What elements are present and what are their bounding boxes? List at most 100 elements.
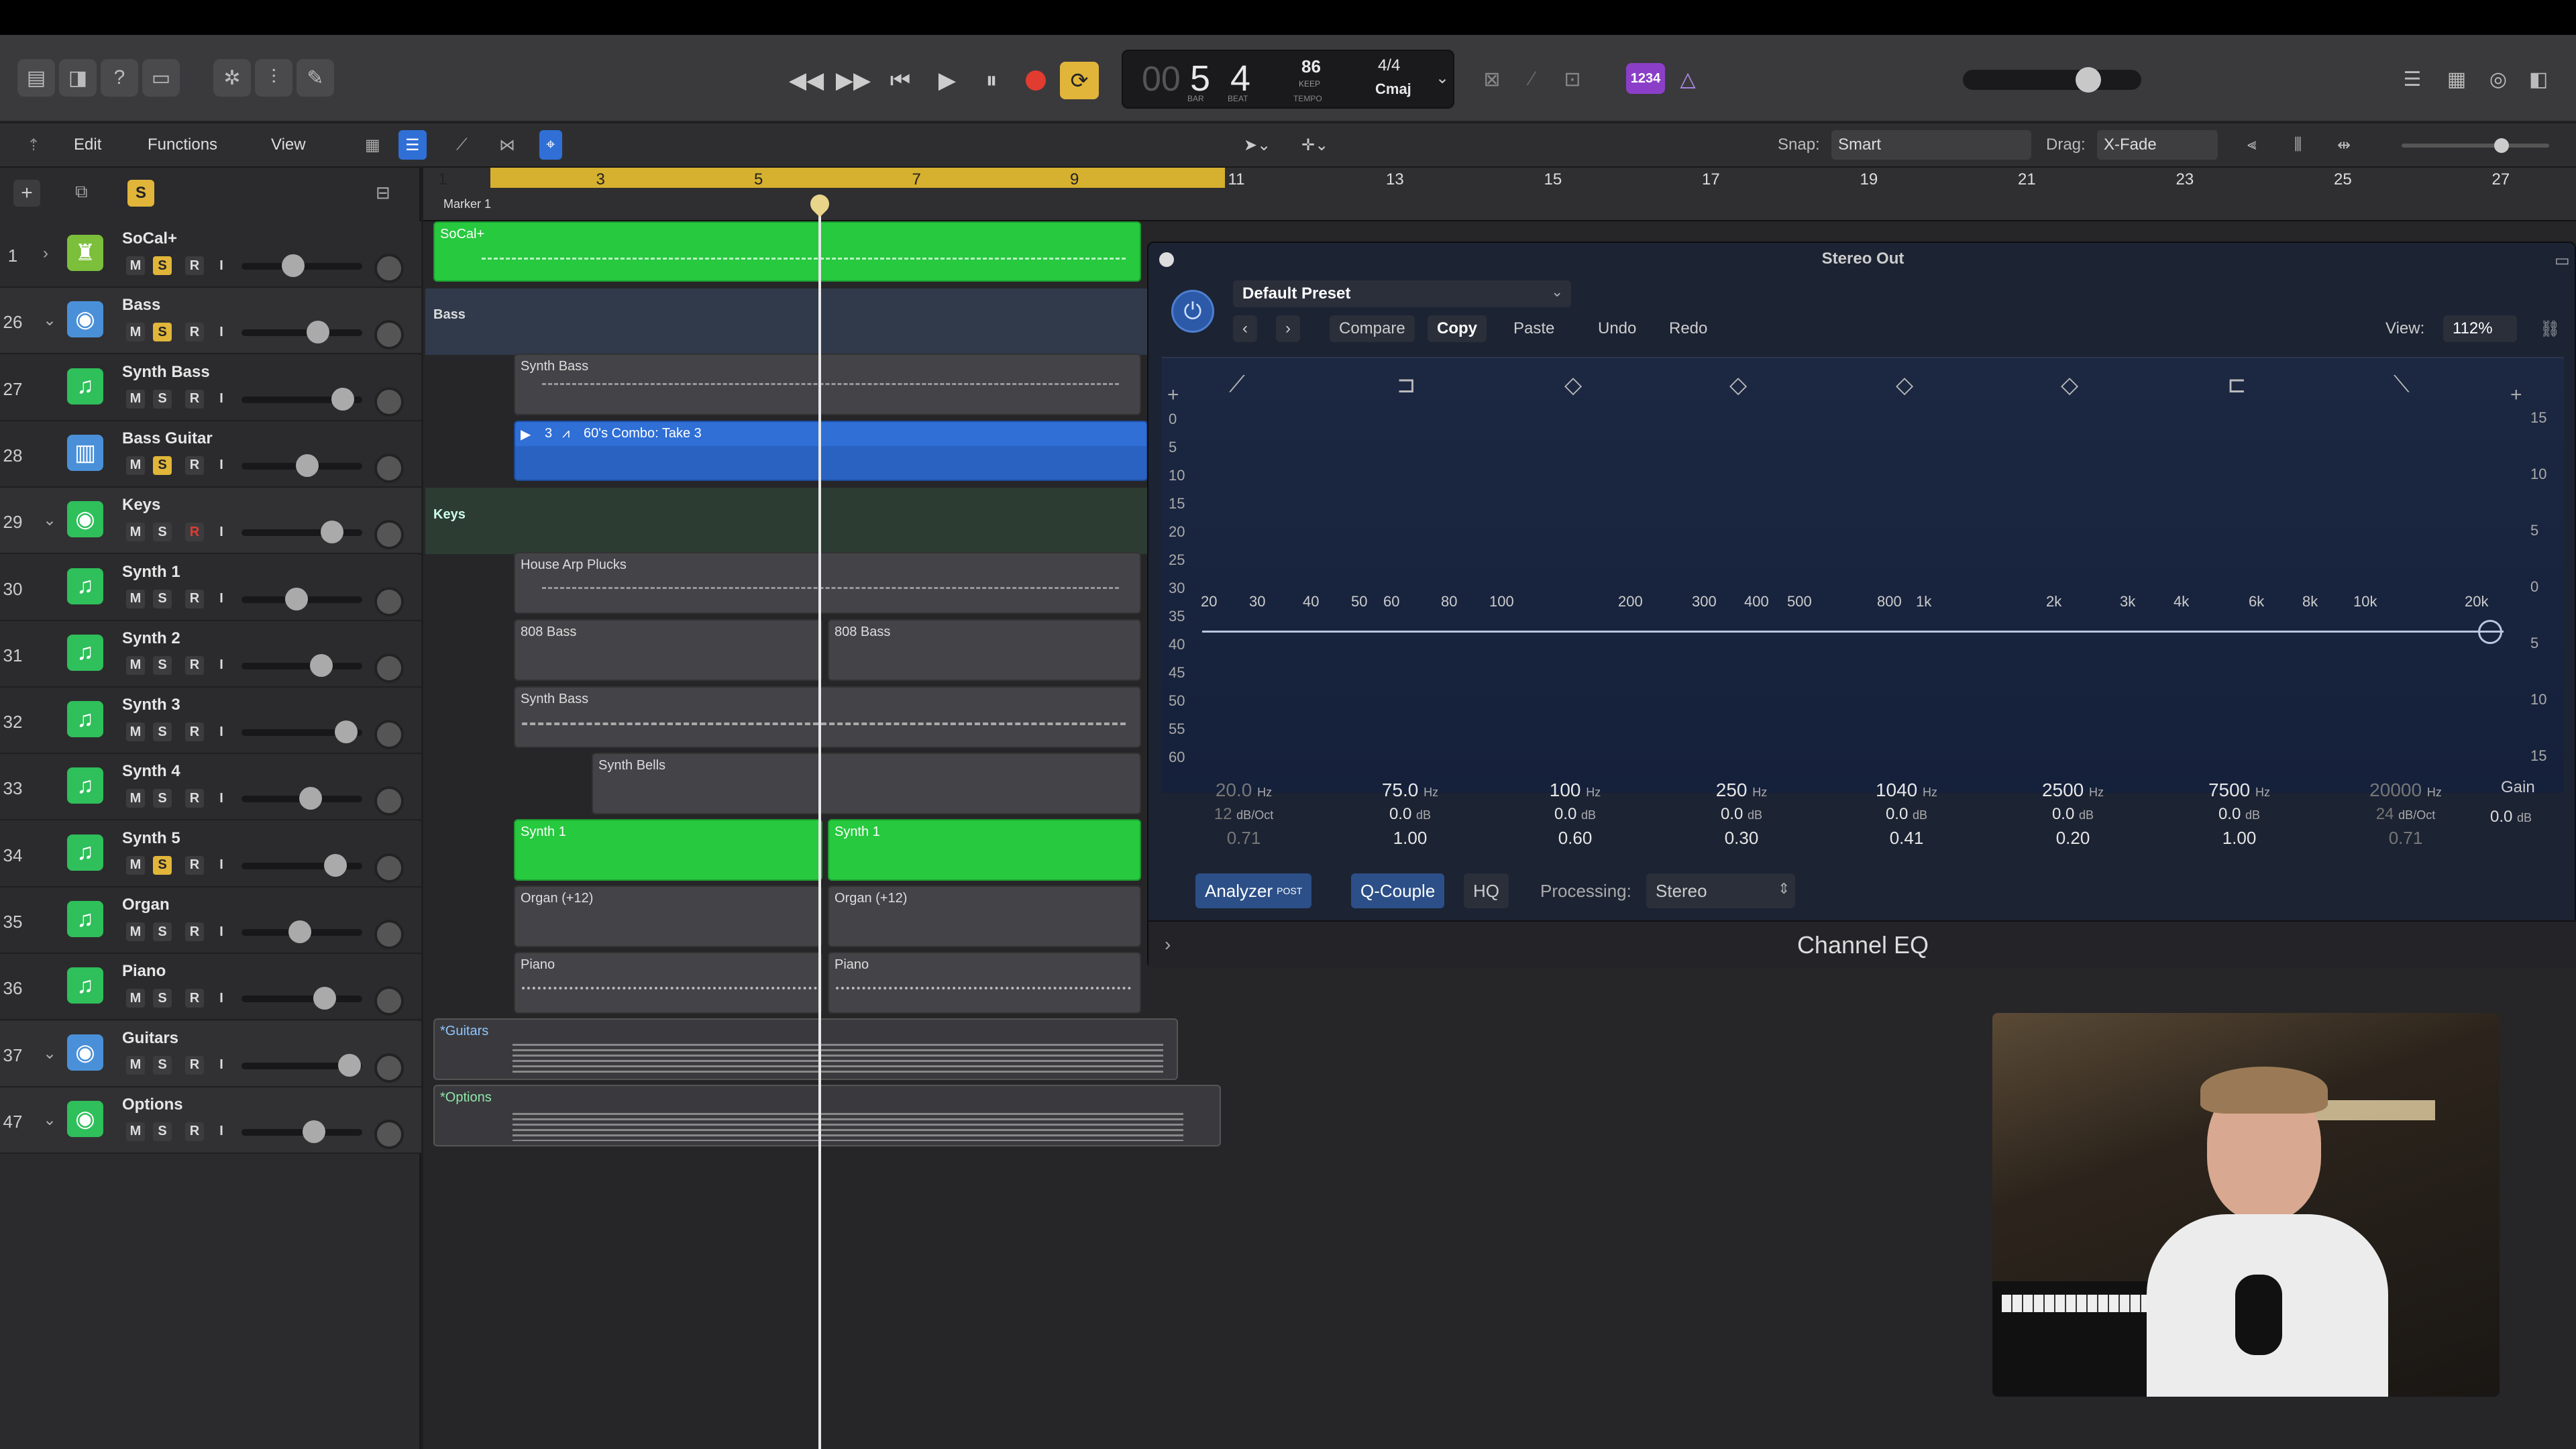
volume-fader-knob[interactable] [324, 853, 347, 877]
back-icon[interactable]: ⇡ [20, 130, 47, 160]
preset-select[interactable]: Default Preset [1233, 280, 1571, 307]
solo-button[interactable]: S [153, 455, 172, 475]
gain-handle[interactable] [2478, 620, 2502, 644]
loop-browser-icon[interactable]: ◎ [2479, 60, 2517, 98]
track-name[interactable]: Synth 4 [122, 762, 180, 781]
house-arp-region[interactable]: House Arp Plucks [514, 552, 1141, 614]
pan-knob[interactable] [374, 986, 404, 1016]
track-name[interactable]: Bass Guitar [122, 429, 213, 448]
volume-fader-knob[interactable] [310, 653, 333, 677]
power-icon[interactable]: ⏻ [1171, 290, 1214, 333]
guitars-folder-region[interactable]: *Guitars [433, 1018, 1178, 1080]
solo-button[interactable]: S [153, 323, 172, 342]
pan-knob[interactable] [374, 853, 404, 883]
waveform-zoom-icon[interactable]: ⫷ [2241, 130, 2263, 160]
track-row-keys[interactable]: 29 ⌄ ◉ Keys M S R I [0, 488, 421, 555]
mute-button[interactable]: M [126, 256, 145, 275]
track-name[interactable]: Options [122, 1095, 183, 1114]
solo-button[interactable]: S [153, 922, 172, 941]
pan-knob[interactable] [374, 586, 404, 616]
pan-knob[interactable] [374, 920, 404, 949]
grid-view-icon[interactable]: ▦ [358, 130, 387, 160]
synth-icon[interactable]: ♫ [67, 568, 103, 604]
go-to-start-icon[interactable]: ⏮ [879, 59, 922, 102]
pan-knob[interactable] [374, 653, 404, 683]
volume-fader-knob[interactable] [338, 1053, 361, 1077]
track-name[interactable]: Organ [122, 896, 170, 914]
pointer-tool-icon[interactable]: ➤⌄ [1237, 130, 1277, 160]
toolbar-icon[interactable]: ▭ [142, 59, 180, 97]
input-monitor-button[interactable]: I [212, 1122, 231, 1141]
solo-button[interactable]: S [153, 523, 172, 542]
band-q[interactable]: 0.41 [1853, 828, 1960, 849]
ruler[interactable]: 1 3 5 7 9 11 13 15 17 19 21 23 25 27 Marker 1 [423, 168, 2576, 221]
solo-button[interactable]: S [153, 1122, 172, 1141]
eq-band-6-parameters[interactable]: 2500 Hz 0.0 dB 0.20 [2019, 780, 2127, 849]
mute-button[interactable]: M [126, 789, 145, 808]
solo-button[interactable]: S [153, 722, 172, 742]
mute-button[interactable]: M [126, 589, 145, 608]
track-name[interactable]: Synth 5 [122, 829, 180, 848]
synth-bells-region[interactable]: Synth Bells [592, 753, 1141, 814]
organ-region-a[interactable]: Organ (+12) [514, 885, 822, 947]
band-q[interactable]: 0.71 [1190, 828, 1297, 849]
drum-kit-icon[interactable]: ♜ [67, 235, 103, 271]
peak-band-1-icon[interactable]: ◇ [1564, 372, 1582, 398]
volume-fader[interactable] [241, 720, 362, 744]
disclosure-chevron-icon[interactable]: ⌄ [43, 1110, 56, 1130]
low-cut-icon[interactable]: ⟋ [1229, 372, 1245, 398]
q-couple-button[interactable]: Q-Couple [1351, 873, 1445, 908]
band-frequency[interactable]: 2500 [2042, 780, 2084, 800]
mute-button[interactable]: M [126, 1122, 145, 1141]
record-enable-button[interactable]: R [185, 722, 204, 742]
input-monitor-button[interactable]: I [212, 1056, 231, 1075]
band-gain[interactable]: 0.0 [2052, 805, 2074, 823]
band-frequency[interactable]: 7500 [2208, 780, 2250, 800]
synth-icon[interactable]: ♫ [67, 701, 103, 738]
track-row-synth-5[interactable]: 34 ♫ Synth 5 MSRI [0, 820, 421, 888]
volume-fader[interactable] [241, 321, 362, 344]
track-row-bass-guitar[interactable]: 28 ▥ Bass Guitar M S R I [0, 421, 421, 488]
volume-fader[interactable] [241, 920, 362, 943]
eq-band-5-parameters[interactable]: 1040 Hz 0.0 dB 0.41 [1853, 780, 1960, 849]
rewind-icon[interactable]: ◀◀ [785, 59, 828, 102]
eq-graph[interactable]: + + [1162, 357, 2564, 793]
functions-menu[interactable]: Functions [141, 130, 224, 160]
play-icon[interactable]: ▶ [926, 59, 969, 102]
library-icon[interactable]: ▤ [17, 59, 55, 97]
add-band-right-icon[interactable]: + [2510, 384, 2522, 407]
browser-icon[interactable]: ◧ [2520, 60, 2557, 98]
pan-knob[interactable] [374, 1053, 404, 1083]
socal-region[interactable]: SoCal+ [433, 221, 1141, 282]
disclosure-chevron-icon[interactable]: ⌄ [43, 311, 56, 330]
high-shelf-icon[interactable]: ⊏ [2227, 372, 2247, 398]
track-name[interactable]: Keys [122, 496, 160, 515]
inspector-icon[interactable]: ◨ [59, 59, 97, 97]
list-view-icon[interactable]: ☰ [398, 130, 427, 160]
band-q[interactable]: 0.20 [2019, 828, 2127, 849]
volume-fader-knob[interactable] [331, 387, 354, 411]
record-enable-button[interactable]: R [185, 589, 204, 608]
fast-forward-icon[interactable]: ▶▶ [832, 59, 875, 102]
record-enable-button[interactable]: R [185, 256, 204, 275]
volume-fader[interactable] [241, 1120, 362, 1143]
horizontal-zoom-icon[interactable]: ⇹ [2330, 130, 2357, 160]
piano-region-a[interactable]: Piano [514, 952, 822, 1014]
input-monitor-button[interactable]: I [212, 523, 231, 541]
synth-1-region-a[interactable]: Synth 1 [514, 819, 822, 881]
track-row-organ[interactable]: 35 ♫ Organ M S R I [0, 888, 421, 954]
paste-button[interactable]: Paste [1504, 315, 1564, 342]
input-monitor-button[interactable]: I [212, 590, 231, 608]
solo-button[interactable]: S [153, 589, 172, 608]
catch-icon[interactable]: ⌖ [539, 130, 562, 160]
input-monitor-button[interactable]: I [212, 922, 231, 941]
marker-1[interactable]: Marker 1 [443, 197, 491, 211]
input-monitor-button[interactable]: I [212, 656, 231, 675]
peak-band-3-icon[interactable]: ◇ [1896, 372, 1913, 398]
processing-select[interactable]: Stereo [1646, 873, 1795, 908]
synth-1-region-b[interactable]: Synth 1 [828, 819, 1141, 881]
smart-controls-icon[interactable]: ✲ [213, 59, 251, 97]
editors-icon[interactable]: ✎ [297, 59, 334, 97]
solo-button[interactable]: S [153, 655, 172, 675]
master-volume-knob[interactable] [2076, 67, 2101, 93]
